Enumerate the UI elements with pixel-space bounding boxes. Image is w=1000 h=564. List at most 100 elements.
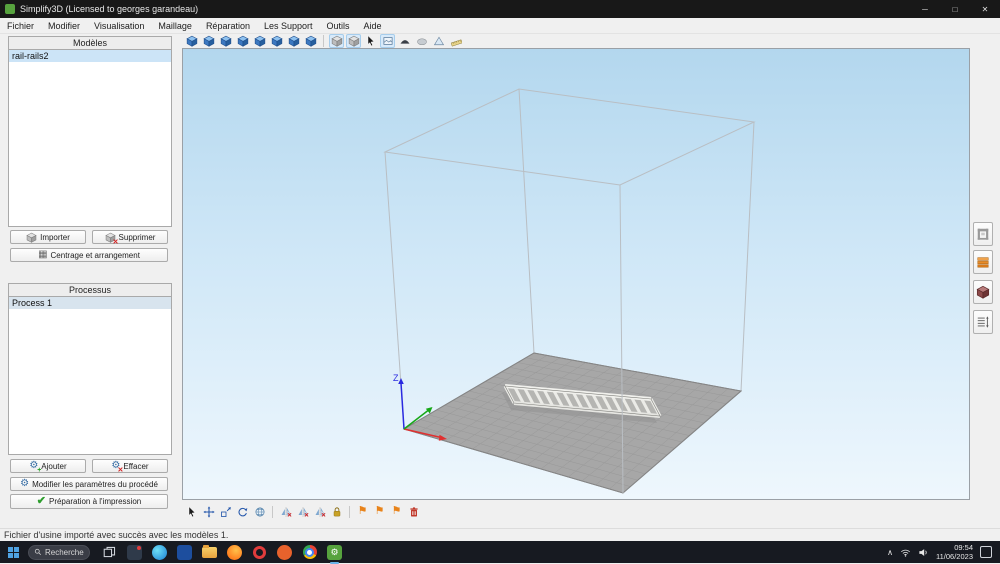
- models-panel-title: Modèles: [9, 37, 171, 49]
- models-toggle-button[interactable]: [973, 280, 993, 304]
- clear-process-button[interactable]: ⚙✕ Effacer: [92, 459, 168, 473]
- volume-icon[interactable]: [918, 547, 929, 558]
- delete-tool-icon[interactable]: [406, 505, 421, 519]
- window-controls: ─ □ ✕: [910, 0, 1000, 18]
- menu-outils[interactable]: Outils: [320, 18, 357, 34]
- gear-cross-icon: ⚙✕: [111, 461, 120, 471]
- scale-tool-icon[interactable]: [218, 505, 233, 519]
- menu-visualisation[interactable]: Visualisation: [87, 18, 151, 34]
- chrome-icon[interactable]: [302, 545, 317, 560]
- brave-icon[interactable]: [277, 545, 292, 560]
- taskbar-clock[interactable]: 09:54 11/06/2023: [936, 543, 973, 562]
- process-list[interactable]: Process 1: [9, 296, 171, 454]
- add-support-icon[interactable]: ⚑: [372, 505, 387, 519]
- mirror-y-tool-icon[interactable]: ✕: [295, 505, 310, 519]
- simplify3d-taskbar-icon[interactable]: ⚙: [327, 545, 342, 560]
- move-tool-icon[interactable]: [201, 505, 216, 519]
- lock-tool-icon[interactable]: [329, 505, 344, 519]
- view-cube-left-icon[interactable]: [235, 34, 250, 48]
- edit-process-settings-button[interactable]: ⚙ Modifier les paramètres du procédé: [10, 477, 168, 491]
- preview-window-icon[interactable]: [380, 34, 395, 48]
- network-icon[interactable]: [900, 547, 911, 558]
- remove-support-icon[interactable]: ⚑: [389, 505, 404, 519]
- title-bar: Simplify3D (Licensed to georges garandea…: [0, 0, 1000, 18]
- printer-icon: [976, 227, 990, 241]
- z-axis-label: Z: [393, 373, 399, 383]
- cross-section-icon[interactable]: [329, 34, 344, 48]
- center-arrange-button[interactable]: ▦ Centrage et arrangement: [10, 248, 168, 262]
- list-arrows-icon: [976, 315, 990, 329]
- minimize-button[interactable]: ─: [910, 0, 940, 18]
- layers-icon: [976, 255, 990, 269]
- view-cube-right-icon[interactable]: [252, 34, 267, 48]
- clock-time: 09:54: [936, 543, 973, 552]
- measure-tool-icon[interactable]: [448, 34, 463, 48]
- toolbar-separator: [272, 506, 273, 518]
- rotate-tool-icon[interactable]: [235, 505, 250, 519]
- machine-toggle-button[interactable]: [973, 222, 993, 246]
- support-structure-icon[interactable]: ⚑: [355, 505, 370, 519]
- menu-reparation[interactable]: Réparation: [199, 18, 257, 34]
- view-cube-custom-icon[interactable]: [303, 34, 318, 48]
- simplify3d-logo-icon: [5, 4, 15, 14]
- view-cube-bottom-icon[interactable]: [286, 34, 301, 48]
- search-icon: [34, 548, 42, 556]
- menu-fichier[interactable]: Fichier: [0, 18, 41, 34]
- import-cube-icon: [26, 232, 37, 243]
- viewport-3d[interactable]: Z: [182, 48, 970, 500]
- edge-icon[interactable]: [152, 545, 167, 560]
- process-list-item[interactable]: Process 1: [9, 297, 171, 309]
- windows-taskbar: Recherche ⚙ ∧ 09:54 11/06/2023: [0, 541, 1000, 563]
- taskbar-search[interactable]: Recherche: [28, 545, 90, 560]
- surface-view-icon[interactable]: [431, 34, 446, 48]
- process-panel-title: Processus: [9, 284, 171, 296]
- layer-view-toggle-button[interactable]: [973, 250, 993, 274]
- firefox-icon[interactable]: [227, 545, 242, 560]
- process-list-toggle-button[interactable]: [973, 310, 993, 334]
- clock-date: 11/06/2023: [936, 552, 973, 561]
- file-explorer-icon[interactable]: [202, 545, 217, 560]
- mirror-z-tool-icon[interactable]: ✕: [312, 505, 327, 519]
- smooth-view-icon[interactable]: [414, 34, 429, 48]
- word-app-icon[interactable]: [177, 545, 192, 560]
- wireframe-view-icon[interactable]: [346, 34, 361, 48]
- maroon-cube-icon: [976, 285, 990, 299]
- notification-center-icon[interactable]: [980, 546, 992, 558]
- view-cube-iso-icon[interactable]: [184, 34, 199, 48]
- view-cube-back-icon[interactable]: [218, 34, 233, 48]
- delete-cube-icon: ✕: [105, 232, 116, 243]
- toolbar-separator: [323, 35, 324, 47]
- menu-les-support[interactable]: Les Support: [257, 18, 320, 34]
- menu-modifier[interactable]: Modifier: [41, 18, 87, 34]
- add-process-button[interactable]: ⚙+ Ajouter: [10, 459, 86, 473]
- prepare-to-print-button[interactable]: ✔ Préparation à l'impression: [10, 494, 168, 509]
- model-toolbar: ✕ ✕ ✕ ⚑ ⚑ ⚑: [184, 503, 421, 520]
- models-list[interactable]: rail-rails2: [9, 49, 171, 226]
- close-button[interactable]: ✕: [970, 0, 1000, 18]
- select-cursor-icon[interactable]: [363, 34, 378, 48]
- mail-app-icon[interactable]: [127, 545, 142, 560]
- delete-model-button[interactable]: ✕ Supprimer: [92, 230, 168, 244]
- start-button[interactable]: [0, 541, 26, 563]
- windows-logo-icon: [8, 547, 19, 558]
- opera-icon[interactable]: [252, 545, 267, 560]
- menu-aide[interactable]: Aide: [357, 18, 389, 34]
- menu-maillage[interactable]: Maillage: [151, 18, 199, 34]
- toolbar-separator: [349, 506, 350, 518]
- main-area: Modèles rail-rails2 Importer ✕ Supprimer…: [0, 34, 1000, 528]
- view-cube-top-icon[interactable]: [269, 34, 284, 48]
- menu-bar: Fichier Modifier Visualisation Maillage …: [0, 18, 1000, 34]
- place-surface-tool-icon[interactable]: [252, 505, 267, 519]
- model-list-item[interactable]: rail-rails2: [9, 50, 171, 62]
- solid-view-icon[interactable]: [397, 34, 412, 48]
- taskbar-apps: ⚙: [102, 545, 342, 560]
- view-toolbar: [184, 34, 463, 48]
- maximize-button[interactable]: □: [940, 0, 970, 18]
- select-tool-icon[interactable]: [184, 505, 199, 519]
- view-cube-front-icon[interactable]: [201, 34, 216, 48]
- task-view-icon[interactable]: [102, 545, 117, 560]
- import-button[interactable]: Importer: [10, 230, 86, 244]
- system-tray: ∧ 09:54 11/06/2023: [887, 543, 1000, 562]
- mirror-x-tool-icon[interactable]: ✕: [278, 505, 293, 519]
- tray-chevron-icon[interactable]: ∧: [887, 548, 893, 557]
